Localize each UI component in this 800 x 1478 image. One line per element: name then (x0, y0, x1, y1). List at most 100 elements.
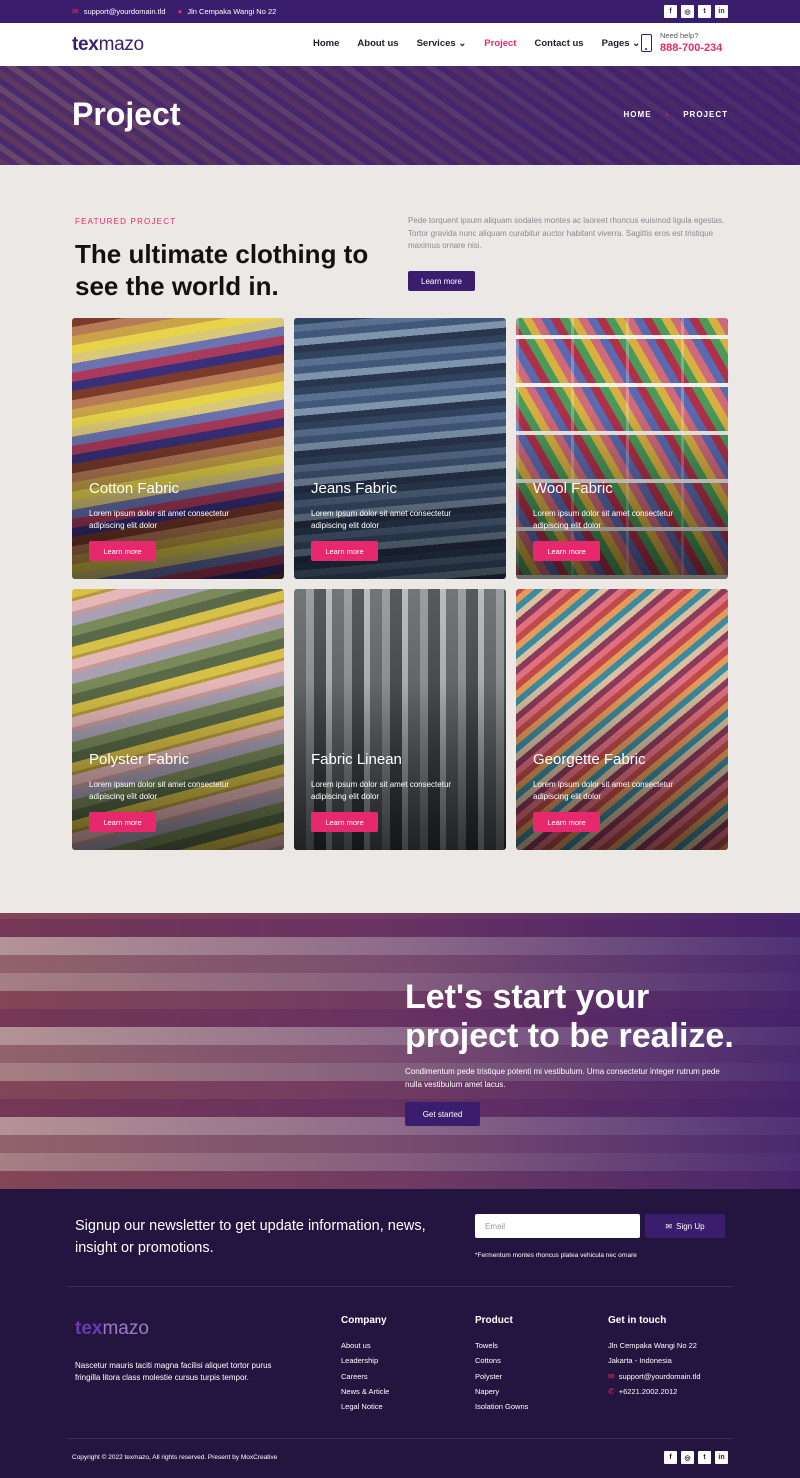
featured-learn-more-button[interactable]: Learn more (408, 271, 475, 291)
footer-link[interactable]: Careers (341, 1369, 389, 1384)
map-pin-icon: ● (177, 6, 183, 16)
footer-logo[interactable]: texmazo (75, 1318, 149, 1340)
nav-item-about[interactable]: About us (357, 38, 398, 49)
card-description: Lorem ipsum dolor sit amet consectetur a… (311, 509, 452, 530)
card-learn-more-button[interactable]: Learn more (533, 541, 600, 561)
phone-number: 888-700-234 (660, 42, 723, 54)
footer-logo-bold: tex (75, 1318, 103, 1339)
footer-link[interactable]: Isolation Gowns (475, 1399, 528, 1414)
project-card-georgette[interactable]: Georgette Fabric Lorem ipsum dolor sit a… (516, 589, 728, 850)
card-title: Fabric Linean (311, 751, 402, 768)
card-learn-more-button[interactable]: Learn more (89, 812, 156, 832)
card-description: Lorem ipsum dolor sit amet consectetur a… (311, 780, 452, 801)
cta-title: Let's start your project to be realize. (405, 978, 734, 1055)
twitter-icon[interactable]: t (698, 5, 711, 18)
project-card-wool[interactable]: Wool Fabric Lorem ipsum dolor sit amet c… (516, 318, 728, 579)
envelope-icon: ✉ (72, 6, 79, 16)
top-contact: ✉ support@yourdomain.tld ● Jln Cempaka Wan… (72, 7, 276, 16)
facebook-icon[interactable]: f (664, 5, 677, 18)
nav-item-pages[interactable]: Pages ⌄ (602, 38, 641, 49)
footer-contact-column: Get in touch Jln Cempaka Wangi No 22 Jak… (608, 1315, 701, 1399)
linkedin-icon[interactable]: in (715, 1451, 728, 1464)
chevron-down-icon: ⌄ (632, 38, 641, 49)
nav-item-home[interactable]: Home (313, 38, 339, 49)
card-title: Polyster Fabric (89, 751, 190, 768)
breadcrumb-current: PROJECT (683, 110, 728, 119)
copyright-text: Copyright © 2022 texmazo, All rights res… (72, 1454, 278, 1461)
footer-socials: f ◎ t in (664, 1451, 728, 1464)
logo-bold: tex (72, 34, 99, 55)
top-socials: f ◎ t in (664, 5, 728, 18)
card-learn-more-button[interactable]: Learn more (311, 812, 378, 832)
page-title: Project (72, 96, 181, 132)
instagram-icon[interactable]: ◎ (681, 5, 694, 18)
card-description: Lorem ipsum dolor sit amet consectetur a… (89, 780, 230, 801)
project-card-cotton[interactable]: Cotton Fabric Lorem ipsum dolor sit amet… (72, 318, 284, 579)
cta-section: Let's start your project to be realize. … (0, 913, 800, 1189)
card-title: Cotton Fabric (89, 480, 180, 497)
card-overlay (516, 318, 728, 579)
card-title: Jeans Fabric (311, 480, 397, 497)
footer-contact-title: Get in touch (608, 1315, 667, 1326)
footer-link[interactable]: Polyster (475, 1369, 528, 1384)
need-help-label: Need help? (660, 31, 699, 40)
breadcrumb: HOME › PROJECT (624, 110, 728, 119)
card-title: Wool Fabric (533, 480, 613, 497)
newsletter-note: *Fermentum montes rhoncus platea vehicul… (475, 1252, 637, 1259)
footer-phone[interactable]: ✆ +6221.2002.2012 (608, 1384, 701, 1399)
nav-item-contact[interactable]: Contact us (535, 38, 584, 49)
footer-link[interactable]: News & Article (341, 1384, 389, 1399)
footer-link[interactable]: Napery (475, 1384, 528, 1399)
footer-company-column: Company About us Leadership Careers News… (341, 1315, 389, 1414)
site-logo[interactable]: texmazo (72, 34, 144, 56)
card-title: Georgette Fabric (533, 751, 646, 768)
nav-item-pages-label: Pages (601, 38, 630, 49)
breadcrumb-home[interactable]: HOME (624, 110, 652, 119)
featured-title: The ultimate clothing to see the world i… (75, 239, 369, 301)
footer-link[interactable]: Leadership (341, 1353, 389, 1368)
card-learn-more-button[interactable]: Learn more (533, 812, 600, 832)
footer-product-title: Product (475, 1315, 513, 1326)
project-card-jeans[interactable]: Jeans Fabric Lorem ipsum dolor sit amet … (294, 318, 506, 579)
card-learn-more-button[interactable]: Learn more (311, 541, 378, 561)
phone-icon: ✆ (608, 1387, 615, 1397)
chevron-right-icon: › (665, 110, 670, 119)
page-hero: Project HOME › PROJECT (0, 66, 800, 165)
nav-item-services-label: Services (416, 38, 456, 49)
card-description: Lorem ipsum dolor sit amet consectetur a… (533, 780, 674, 801)
newsletter-text: Signup our newsletter to get update info… (75, 1218, 426, 1256)
footer-email[interactable]: ✉ support@yourdomain.tld (608, 1369, 701, 1384)
footer-phone-text: +6221.2002.2012 (618, 1387, 678, 1397)
logo-light: mazo (98, 34, 145, 55)
featured-label: FEATURED PROJECT (75, 217, 177, 226)
card-description: Lorem ipsum dolor sit amet consectetur a… (533, 509, 674, 530)
footer-address-line: Jln Cempaka Wangi No 22 (608, 1341, 697, 1351)
footer-link[interactable]: Towels (475, 1338, 528, 1353)
facebook-icon[interactable]: f (664, 1451, 677, 1464)
footer-description: Nascetur mauris taciti magna facilisi al… (75, 1361, 272, 1382)
footer-link[interactable]: About us (341, 1338, 389, 1353)
top-bar: ✉ support@yourdomain.tld ● Jln Cempaka Wan… (0, 0, 800, 23)
twitter-icon[interactable]: t (698, 1451, 711, 1464)
project-card-polyster[interactable]: Polyster Fabric Lorem ipsum dolor sit am… (72, 589, 284, 850)
footer-divider (66, 1438, 734, 1439)
nav-item-project[interactable]: Project (484, 38, 516, 49)
phone-icon (641, 34, 652, 52)
instagram-icon[interactable]: ◎ (681, 1451, 694, 1464)
cta-text: Condimentum pede tristique potenti mi ve… (405, 1067, 720, 1089)
footer-email-text: support@yourdomain.tld (618, 1371, 701, 1381)
signup-button[interactable]: ✉ Sign Up (645, 1214, 725, 1238)
newsletter-email-input[interactable] (475, 1214, 640, 1238)
linkedin-icon[interactable]: in (715, 5, 728, 18)
nav-item-services[interactable]: Services ⌄ (417, 38, 467, 49)
footer-link[interactable]: Cottons (475, 1353, 528, 1368)
top-email[interactable]: ✉ support@yourdomain.tld (72, 7, 166, 16)
footer-divider (66, 1286, 734, 1287)
get-started-button[interactable]: Get started (405, 1102, 480, 1126)
footer-link[interactable]: Legal Notice (341, 1399, 389, 1414)
top-email-text: support@yourdomain.tld (83, 7, 166, 16)
main-nav: texmazo Home About us Services ⌄ Project… (0, 23, 800, 66)
card-learn-more-button[interactable]: Learn more (89, 541, 156, 561)
project-card-linean[interactable]: Fabric Linean Lorem ipsum dolor sit amet… (294, 589, 506, 850)
top-address-text: Jln Cempaka Wangi No 22 (187, 7, 277, 16)
